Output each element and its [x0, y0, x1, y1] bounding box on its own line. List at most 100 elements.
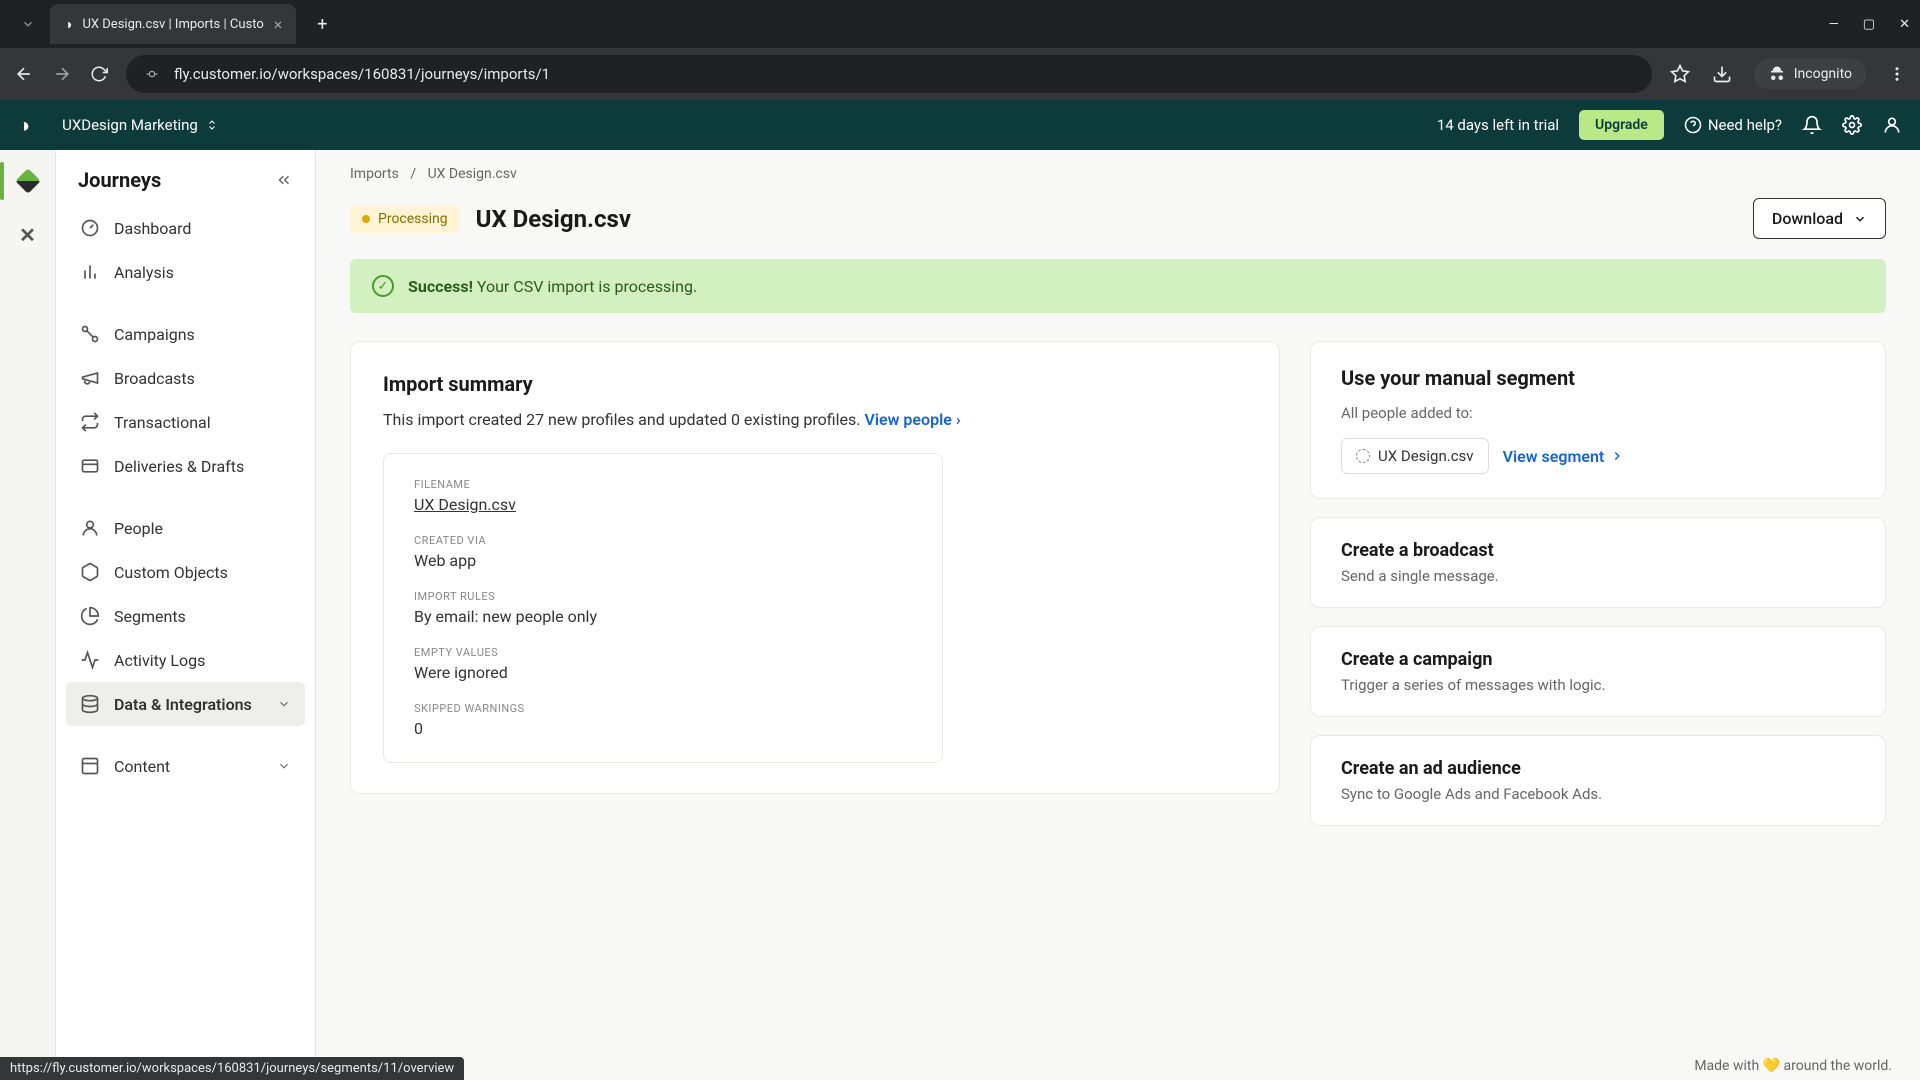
sidebar-collapse-icon[interactable] [275, 171, 293, 189]
nav-segments[interactable]: Segments [66, 594, 305, 638]
layout-icon [80, 756, 100, 776]
nav-label: Activity Logs [114, 651, 205, 670]
success-banner: ✓ Success! Your CSV import is processing… [350, 259, 1886, 313]
incognito-icon [1768, 65, 1786, 83]
segment-subtitle: All people added to: [1341, 404, 1855, 422]
workspace-switcher[interactable]: UXDesign Marketing [62, 116, 218, 134]
meta-rules: By email: new people only [414, 607, 912, 626]
forward-button[interactable] [52, 64, 72, 84]
nav-people[interactable]: People [66, 506, 305, 550]
bookmark-icon[interactable] [1670, 64, 1690, 84]
breadcrumb-current: UX Design.csv [428, 166, 517, 182]
import-summary-card: Import summary This import created 27 ne… [350, 341, 1280, 794]
import-meta-box: FILENAME UX Design.csv CREATED VIA Web a… [383, 453, 943, 763]
nav-analysis[interactable]: Analysis [66, 250, 305, 294]
meta-created-via: Web app [414, 551, 912, 570]
maximize-icon[interactable]: ▢ [1863, 17, 1875, 32]
reload-button[interactable] [90, 65, 108, 83]
action-title: Create a campaign [1341, 649, 1855, 670]
nav-label: Segments [114, 607, 186, 626]
wand-icon [80, 324, 100, 344]
back-button[interactable] [14, 64, 34, 84]
create-ad-audience-card[interactable]: Create an ad audience Sync to Google Ads… [1310, 735, 1886, 826]
nav-deliveries[interactable]: Deliveries & Drafts [66, 444, 305, 488]
tab-search-dropdown[interactable] [10, 6, 46, 42]
browser-menu-icon[interactable] [1888, 65, 1906, 83]
profile-icon[interactable] [1882, 115, 1902, 135]
meta-label: FILENAME [414, 478, 912, 491]
url-input[interactable]: fly.customer.io/workspaces/160831/journe… [126, 55, 1652, 93]
footer-text: Made with 💛 around the world. [1694, 1058, 1892, 1074]
meta-label: EMPTY VALUES [414, 646, 912, 659]
breadcrumb-sep: / [410, 166, 416, 182]
address-bar: fly.customer.io/workspaces/160831/journe… [0, 48, 1920, 100]
meta-skipped: 0 [414, 719, 912, 738]
banner-text: Your CSV import is processing. [477, 277, 697, 296]
nav-data-integrations[interactable]: Data & Integrations [66, 682, 305, 726]
nav-transactional[interactable]: Transactional [66, 400, 305, 444]
settings-icon[interactable] [1842, 115, 1862, 135]
megaphone-icon [80, 368, 100, 388]
downloads-icon[interactable] [1712, 64, 1732, 84]
meta-label: CREATED VIA [414, 534, 912, 547]
nav-campaigns[interactable]: Campaigns [66, 312, 305, 356]
tab-close-icon[interactable]: × [274, 15, 283, 34]
nav-broadcasts[interactable]: Broadcasts [66, 356, 305, 400]
view-segment-link[interactable]: View segment [1503, 447, 1625, 466]
main-content: Imports / UX Design.csv Processing UX De… [316, 150, 1920, 1080]
meta-empty: Were ignored [414, 663, 912, 682]
nav-activity-logs[interactable]: Activity Logs [66, 638, 305, 682]
status-badge: Processing [350, 205, 460, 233]
close-window-icon[interactable]: ✕ [1899, 17, 1910, 32]
nav-label: Dashboard [114, 219, 191, 238]
cube-icon [80, 562, 100, 582]
chevron-down-icon [277, 697, 291, 711]
chevron-right-icon [1610, 449, 1624, 463]
tab-title: UX Design.csv | Imports | Custo [82, 17, 263, 32]
view-people-link[interactable]: View people › [864, 410, 960, 429]
browser-tab-bar: ◑ UX Design.csv | Imports | Custo × + — … [0, 0, 1920, 48]
help-link[interactable]: Need help? [1684, 116, 1782, 134]
breadcrumb-parent[interactable]: Imports [350, 166, 399, 182]
summary-title: Import summary [383, 372, 1247, 396]
segment-chip[interactable]: UX Design.csv [1341, 438, 1489, 474]
database-icon [80, 694, 100, 714]
sidebar: Journeys Dashboard Analysis Campaigns B [56, 150, 316, 1080]
incognito-badge[interactable]: Incognito [1754, 59, 1866, 89]
rail-journeys-icon[interactable] [15, 168, 41, 194]
nav-custom-objects[interactable]: Custom Objects [66, 550, 305, 594]
upgrade-button[interactable]: Upgrade [1579, 110, 1664, 140]
chevron-down-icon [277, 759, 291, 773]
banner-strong: Success! [408, 277, 473, 296]
site-info-icon[interactable] [144, 66, 160, 82]
minimize-icon[interactable]: — [1829, 17, 1839, 32]
incognito-label: Incognito [1794, 66, 1852, 82]
manual-segment-card: Use your manual segment All people added… [1310, 341, 1886, 499]
new-tab-button[interactable]: + [304, 6, 340, 42]
nav-label: Analysis [114, 263, 174, 282]
nav-content[interactable]: Content [66, 744, 305, 788]
meta-filename-link[interactable]: UX Design.csv [414, 495, 912, 514]
meta-label: IMPORT RULES [414, 590, 912, 603]
gauge-icon [80, 218, 100, 238]
view-people-label: View people [864, 410, 951, 429]
nav-label: People [114, 519, 163, 538]
notifications-icon[interactable] [1802, 115, 1822, 135]
person-icon [80, 518, 100, 538]
browser-status-bar: https://fly.customer.io/workspaces/16083… [0, 1057, 464, 1080]
nav-dashboard[interactable]: Dashboard [66, 206, 305, 250]
app-logo-icon[interactable]: ◑ [18, 113, 30, 138]
rail-secondary-icon[interactable]: ✕ [15, 222, 41, 248]
nav-label: Data & Integrations [114, 695, 252, 714]
pulse-icon [80, 650, 100, 670]
segment-card-title: Use your manual segment [1341, 366, 1855, 390]
download-button[interactable]: Download [1753, 198, 1886, 239]
browser-tab[interactable]: ◑ UX Design.csv | Imports | Custo × [50, 4, 296, 44]
download-label: Download [1772, 209, 1843, 228]
sidebar-title: Journeys [78, 168, 161, 192]
create-broadcast-card[interactable]: Create a broadcast Send a single message… [1310, 517, 1886, 608]
create-campaign-card[interactable]: Create a campaign Trigger a series of me… [1310, 626, 1886, 717]
inbox-icon [80, 456, 100, 476]
nav-label: Transactional [114, 413, 211, 432]
chevron-right-icon: › [956, 410, 961, 429]
